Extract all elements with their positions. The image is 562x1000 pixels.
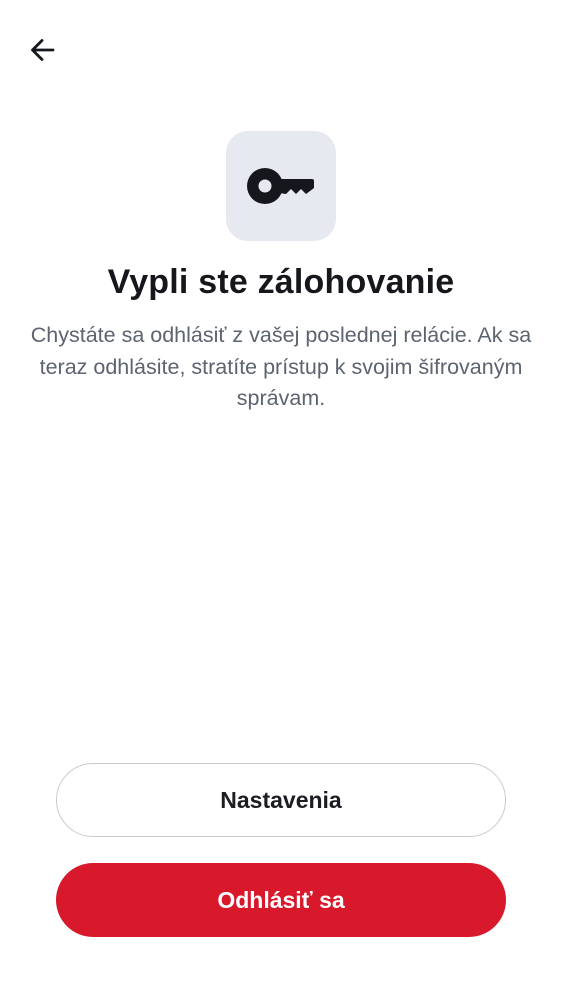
key-icon-tile [226,131,336,241]
sign-out-button[interactable]: Odhlásiť sa [56,863,506,937]
arrow-left-icon [31,39,55,61]
description-text: Chystáte sa odhlásiť z vašej poslednej r… [30,323,532,410]
backup-disabled-screen: Vypli ste zálohovanie Chystáte sa odhlás… [0,0,562,1000]
back-button[interactable] [18,26,66,74]
key-icon [247,168,314,204]
page-title: Vypli ste zálohovanie [107,263,455,301]
settings-button[interactable]: Nastavenia [56,763,506,837]
